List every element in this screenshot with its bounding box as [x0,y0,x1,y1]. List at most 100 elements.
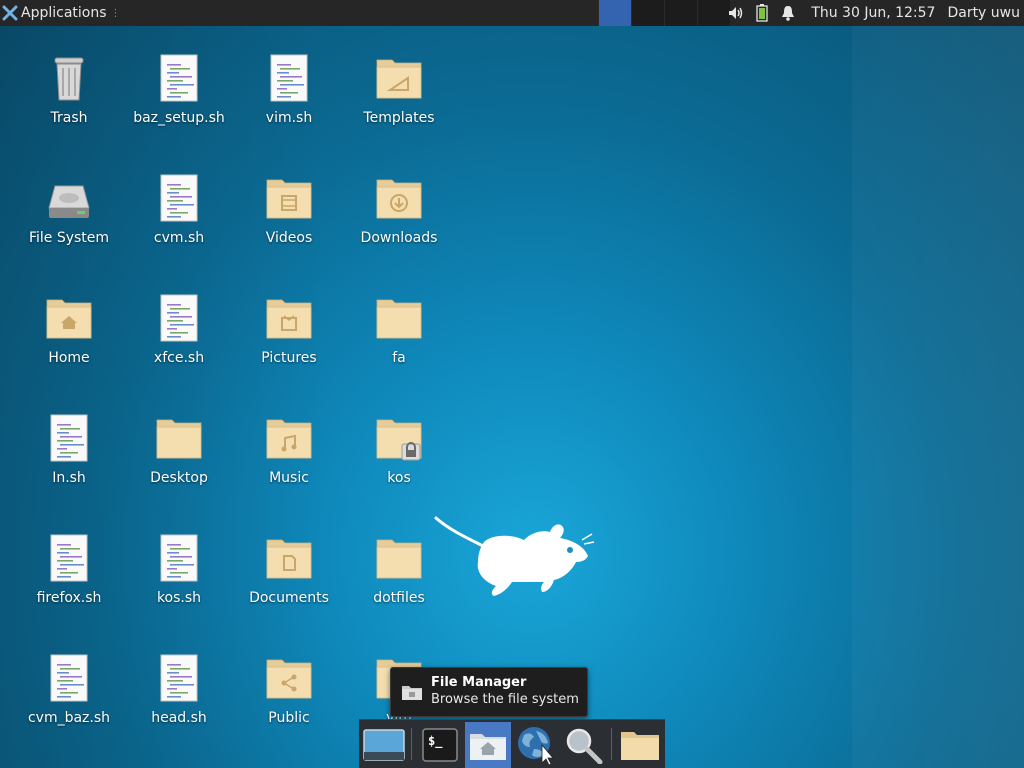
desktop-icon[interactable]: Documents [234,510,344,620]
script-file-icon [154,170,204,222]
script-file-icon [154,50,204,102]
magnifier-icon [566,728,603,764]
folder-pictures-icon [264,290,314,342]
desktop-icon[interactable]: Templates [344,30,454,140]
user-menu[interactable]: Darty uwu [943,5,1024,21]
desktop-icon-label: Templates [363,110,435,126]
folder-videos-icon [264,170,314,222]
desktop-icon-label: Pictures [261,350,317,366]
dock-folder-button[interactable] [617,722,663,768]
script-file-icon [44,530,94,582]
desktop-icon[interactable]: kos.sh [124,510,234,620]
folder-templates-icon [374,50,424,102]
desktop-icon-label: Home [48,350,90,366]
folder-icon [621,732,659,760]
desktop-icon-label: dotfiles [373,590,425,606]
script-file-icon [154,650,204,702]
desktop-icon-label: xfce.sh [153,350,205,366]
dock-terminal-button[interactable]: $_ [417,722,463,768]
desktop-icon-label: Public [268,710,310,726]
desktop-icon[interactable]: File System [14,150,124,260]
desktop-icon-label: cvm_baz.sh [27,710,111,726]
desktop-icon[interactable]: fa [344,270,454,380]
folder-home-icon [44,290,94,342]
panel-clock[interactable]: Thu 30 Jun, 12:57 [801,5,943,21]
folder-music-icon [264,410,314,462]
panel-grip-icon: ⋮ [110,7,121,19]
trash-icon [44,50,94,102]
desktop-icon-label: kos [387,470,411,486]
top-panel: Applications ⋮ Thu 30 Jun, 12:57 Darty u… [0,0,1024,26]
dock-file-manager-button[interactable] [465,722,511,768]
svg-text:$_: $_ [428,734,443,749]
desktop-icon-label: Downloads [360,230,438,246]
folder-locked-icon [374,410,424,462]
folder-icon [374,530,424,582]
workspace-2[interactable] [631,0,664,26]
folder-icon [374,290,424,342]
desktop-icon-label: kos.sh [156,590,202,606]
drive-icon [44,170,94,222]
show-desktop-icon [363,729,405,761]
desktop-icon[interactable]: cvm.sh [124,150,234,260]
script-file-icon [264,50,314,102]
tooltip-description: Browse the file system [431,692,579,707]
xfce-mouse-logo [434,516,595,596]
system-tray: Thu 30 Jun, 12:57 Darty uwu [723,0,1024,26]
workspace-3[interactable] [664,0,697,26]
desktop-icon[interactable]: xfce.sh [124,270,234,380]
applications-menu-label: Applications [21,5,107,21]
xfce-logo-icon [2,5,18,21]
desktop-icon-label: Desktop [150,470,208,486]
desktop-icon[interactable]: kos [344,390,454,500]
terminal-icon: $_ [422,728,458,762]
script-file-icon [154,290,204,342]
bottom-dock: $_ [359,719,665,768]
folder-documents-icon [264,530,314,582]
applications-menu-button[interactable]: Applications ⋮ [0,0,127,26]
desktop-icon[interactable]: In.sh [14,390,124,500]
desktop-icon-label: cvm.sh [153,230,205,246]
desktop-icon[interactable]: baz_setup.sh [124,30,234,140]
desktop-icon[interactable]: Pictures [234,270,344,380]
dock-app-finder-button[interactable] [561,722,607,768]
script-file-icon [154,530,204,582]
globe-icon [518,727,554,765]
folder-downloads-icon [374,170,424,222]
desktop-shade [852,26,1024,768]
volume-icon[interactable] [723,0,749,26]
script-file-icon [44,650,94,702]
battery-icon[interactable] [749,0,775,26]
home-folder-icon [470,734,506,760]
dock-separator [411,728,412,760]
desktop-icon[interactable]: head.sh [124,630,234,740]
desktop-icon-label: vim.sh [265,110,313,126]
desktop-icon-label: Trash [50,110,88,126]
desktop-icon[interactable]: Public [234,630,344,740]
desktop-icon-label: Documents [249,590,329,606]
desktop-icon[interactable]: Desktop [124,390,234,500]
desktop-icon[interactable]: firefox.sh [14,510,124,620]
desktop-icon[interactable]: cvm_baz.sh [14,630,124,740]
desktop-icon-label: head.sh [151,710,207,726]
script-file-icon [44,410,94,462]
dock-separator [611,728,612,760]
file-manager-tooltip: File Manager Browse the file system [390,667,588,717]
folder-icon [154,410,204,462]
desktop-icon[interactable]: Home [14,270,124,380]
desktop-icon[interactable]: Music [234,390,344,500]
desktop-icon-label: firefox.sh [36,590,102,606]
desktop-icon-label: Music [269,470,309,486]
dock-show-desktop-button[interactable] [361,722,407,768]
workspace-1[interactable] [598,0,631,26]
tooltip-title: File Manager [431,675,527,690]
desktop-icon[interactable]: Trash [14,30,124,140]
folder-public-icon [264,650,314,702]
desktop-icon-label: File System [28,230,110,246]
desktop-icon[interactable]: Downloads [344,150,454,260]
dock-web-browser-button[interactable] [513,722,559,768]
desktop-icon-label: In.sh [52,470,86,486]
desktop-icon[interactable]: Videos [234,150,344,260]
desktop-icon[interactable]: vim.sh [234,30,344,140]
notification-bell-icon[interactable] [775,0,801,26]
